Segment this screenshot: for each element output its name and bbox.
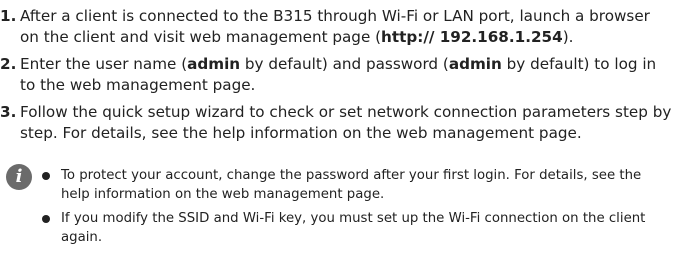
step-2-text: Enter the user name ( xyxy=(20,55,188,73)
bullet-icon xyxy=(42,172,50,180)
note-2: If you modify the SSID and Wi-Fi key, yo… xyxy=(42,210,672,247)
info-icon: i xyxy=(6,164,32,190)
step-2: 2. Enter the user name (admin by default… xyxy=(0,54,672,96)
step-2-default-username: admin xyxy=(187,55,241,73)
step-2-number: 2. xyxy=(0,55,17,73)
note-2-text: If you modify the SSID and Wi-Fi key, yo… xyxy=(61,211,646,245)
setup-steps-list: 1. After a client is connected to the B3… xyxy=(0,6,672,150)
step-2-text-mid: by default) and password ( xyxy=(240,55,449,73)
note-1-text: To protect your account, change the pass… xyxy=(61,168,642,202)
note-1: To protect your account, change the pass… xyxy=(42,167,672,204)
step-1-url: http:// 192.168.1.254 xyxy=(381,28,563,46)
step-1-text-end: ). xyxy=(562,28,574,46)
step-3: 3. Follow the quick setup wizard to chec… xyxy=(0,102,672,144)
step-2-default-password: admin xyxy=(448,55,502,73)
bullet-icon xyxy=(42,215,50,223)
step-3-number: 3. xyxy=(0,103,17,121)
step-1: 1. After a client is connected to the B3… xyxy=(0,6,672,48)
step-1-number: 1. xyxy=(0,7,17,25)
step-3-text: Follow the quick setup wizard to check o… xyxy=(20,103,672,142)
